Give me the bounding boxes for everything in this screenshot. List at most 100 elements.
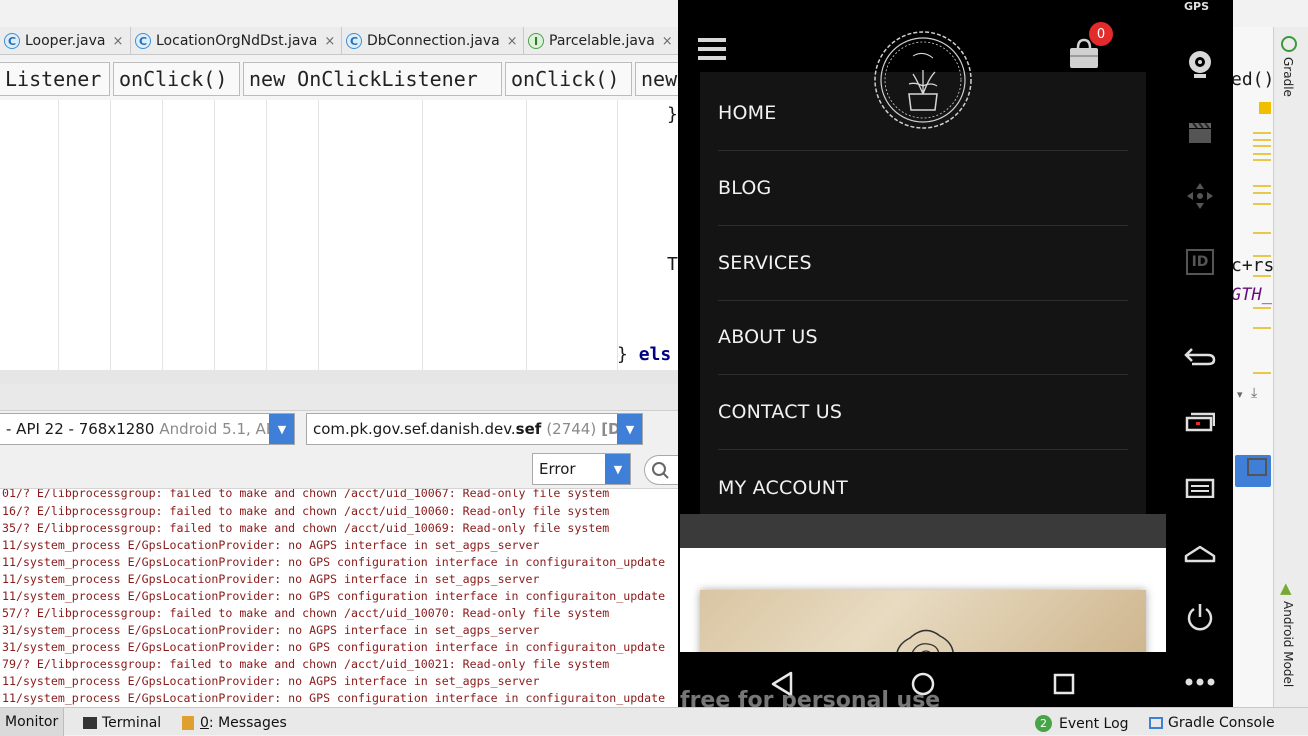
scroll-end-icon[interactable]: ⤓ (1251, 385, 1257, 401)
log-line: 11/system_process E/GpsLocationProvider:… (2, 572, 540, 586)
close-icon[interactable]: × (507, 34, 518, 49)
device-select[interactable]: - API 22 - 768x1280 Android 5.1, API 22 … (0, 413, 295, 445)
log-line: 31/system_process E/GpsLocationProvider:… (2, 640, 666, 654)
process-package: com.pk.gov.sef.danish.dev. (313, 420, 516, 438)
terminal-tool-button[interactable]: Terminal (83, 715, 161, 731)
search-icon (652, 462, 669, 479)
class-icon: C (135, 33, 151, 49)
terminal-icon (83, 717, 97, 729)
tab-looper[interactable]: C Looper.java × (0, 27, 131, 55)
log-line: 11/system_process E/GpsLocationProvider:… (2, 555, 666, 569)
ide-status-bar: Monitor Terminal 0: Messages 2 Event Log… (0, 707, 1308, 736)
camera-icon[interactable] (1178, 43, 1222, 87)
rose-icon (896, 629, 954, 652)
log-level-select[interactable]: Error ▼ (532, 453, 631, 485)
close-icon[interactable]: × (662, 34, 673, 49)
event-count-badge: 2 (1035, 715, 1052, 732)
phone-screen: 0 HOME BLOG SERVICES ABOUT US CONTACT US… (680, 0, 1166, 652)
breadcrumb-item[interactable]: onClick() (505, 62, 632, 96)
logcat-filter-row: Error ▼ (0, 451, 684, 489)
tab-parcelable[interactable]: I Parcelable.java × (524, 27, 678, 55)
class-icon: C (346, 33, 362, 49)
code-fragment: GTH_ (1231, 285, 1272, 305)
tab-label: Parcelable.java (549, 33, 655, 49)
menu-item-services[interactable]: SERVICES (718, 226, 1128, 301)
layout-icon[interactable] (1247, 458, 1267, 476)
warning-marker-icon (1259, 102, 1271, 114)
power-icon[interactable] (1178, 595, 1222, 639)
editor-right-gutter: ed() c+rs GTH_ ▾ ⤓ (1231, 27, 1275, 707)
chevron-down-icon[interactable]: ▼ (605, 454, 630, 484)
gradle-tool-button[interactable]: Gradle (1281, 57, 1295, 97)
dpad-icon[interactable] (1178, 174, 1222, 218)
menu-item-blog[interactable]: BLOG (718, 151, 1128, 226)
right-tool-strip: Gradle ▲ Android Model (1273, 27, 1308, 707)
editor-horizontal-scrollbar[interactable] (0, 370, 678, 384)
menu-item-about-us[interactable]: ABOUT US (718, 300, 1128, 375)
process-select[interactable]: com.pk.gov.sef.danish.dev.sef (2744) [DE… (306, 413, 643, 445)
code-fragment: ed() (1231, 69, 1275, 90)
terminal-label: Terminal (102, 715, 162, 731)
code-brace: } (617, 344, 628, 365)
close-icon[interactable]: × (112, 34, 123, 49)
chevron-down-icon[interactable]: ▾ (1237, 388, 1243, 401)
editor-tab-bar: C Looper.java × C LocationOrgNdDst.java … (0, 27, 678, 55)
device-select-value: - API 22 - 768x1280 (6, 420, 155, 438)
device-row: - API 22 - 768x1280 Android 5.1, API 22 … (0, 411, 678, 451)
chevron-down-icon[interactable]: ▼ (617, 414, 642, 444)
log-line: 79/? E/libprocessgroup: failed to make a… (2, 657, 610, 671)
gradle-console-tool-button[interactable]: Gradle Console (1149, 715, 1275, 731)
monitor-tool-button[interactable]: Monitor (0, 708, 65, 736)
id-icon[interactable]: ID (1178, 240, 1222, 284)
log-line: 11/system_process E/GpsLocationProvider:… (2, 674, 540, 688)
back-icon[interactable] (1178, 334, 1222, 378)
banner-image (700, 590, 1146, 652)
log-line: 35/? E/libprocessgroup: failed to make a… (2, 521, 610, 535)
monitor-label: Monitor (5, 714, 59, 730)
more-options-icon[interactable] (1178, 660, 1222, 704)
breadcrumb-item[interactable]: Listener (0, 62, 110, 96)
log-line: 11/system_process E/GpsLocationProvider:… (2, 691, 666, 705)
content-section (680, 548, 1166, 652)
home-icon[interactable] (1178, 532, 1222, 576)
breadcrumb: Listener onClick() new OnClickListener o… (0, 60, 695, 100)
clapboard-icon[interactable] (1178, 110, 1222, 154)
messages-icon (182, 716, 194, 730)
messages-tool-button[interactable]: 0: Messages (182, 715, 287, 731)
interface-icon: I (528, 33, 544, 49)
code-else: } els (617, 344, 671, 365)
code-editor[interactable]: } T } els (0, 100, 678, 382)
recents-nav-icon[interactable] (1046, 666, 1082, 702)
menu-item-contact-us[interactable]: CONTACT US (718, 375, 1128, 450)
menu-icon[interactable] (1178, 466, 1222, 510)
emulator-toolbar: GPS ID (1166, 0, 1233, 713)
code-fragment: T (667, 254, 678, 275)
log-line: 11/system_process E/GpsLocationProvider:… (2, 589, 666, 603)
code-fragment: c+rs (1231, 255, 1275, 276)
process-package-bold: sef (515, 420, 542, 438)
code-brace: } (667, 104, 678, 125)
tab-label: LocationOrgNdDst.java (156, 33, 318, 49)
messages-count: 0 (200, 715, 209, 731)
brand-logo (873, 30, 973, 134)
tab-location-org-nd-dst[interactable]: C LocationOrgNdDst.java × (131, 27, 342, 55)
overview-icon[interactable] (1178, 400, 1222, 444)
breadcrumb-item[interactable]: new OnClickListener (243, 62, 502, 96)
editor-divider (0, 384, 678, 411)
android-model-tool-button[interactable]: Android Model (1281, 601, 1295, 687)
cart-count-badge: 0 (1089, 22, 1113, 46)
chevron-down-icon[interactable]: ▼ (269, 414, 294, 444)
code-keyword: els (638, 344, 672, 365)
gradle-icon (1281, 36, 1297, 52)
event-log-tool-button[interactable]: 2 Event Log (1035, 715, 1129, 732)
logcat-output[interactable]: 01/? E/libprocessgroup: failed to make a… (0, 489, 678, 707)
messages-label: : Messages (208, 715, 287, 731)
tab-label: DbConnection.java (367, 33, 500, 49)
tab-db-connection[interactable]: C DbConnection.java × (342, 27, 524, 55)
log-line: 16/? E/libprocessgroup: failed to make a… (2, 504, 610, 518)
close-icon[interactable]: × (324, 34, 335, 49)
android-icon: ▲ (1280, 579, 1292, 597)
hamburger-menu-icon[interactable] (698, 36, 728, 66)
breadcrumb-item[interactable]: onClick() (113, 62, 240, 96)
tab-label: Looper.java (25, 33, 106, 49)
